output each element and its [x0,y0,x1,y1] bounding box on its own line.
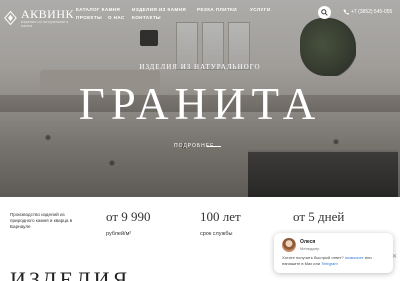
hero-title: ГРАНИТА [78,79,322,129]
logo-mark-icon [4,10,17,26]
phone-link[interactable]: +7 (3852) 545-055 [343,9,392,15]
nav-item-services[interactable]: УСЛУГИ [250,7,270,12]
chat-manager-name: Олеся [300,239,316,245]
section-heading: ИЗДЕЛИЯ [10,267,131,281]
hero-subtitle: ИЗДЕЛИЯ ИЗ НАТУРАЛЬНОГО [139,63,261,71]
telegram-link[interactable]: Telegram [321,261,337,266]
call-link[interactable]: позвоните [345,255,364,260]
nav-item-products[interactable]: ИЗДЕЛИЯ ИЗ КАМНЯ [132,7,186,12]
nav-item-about[interactable]: О НАС [108,15,125,20]
nav-item-catalog[interactable]: КАТАЛОГ КАМНЯ [76,7,120,12]
nav-item-projects[interactable]: ПРОЕКТЫ [76,15,102,20]
nav-item-tile-cutting[interactable]: РЕЗКА ПЛИТКИ [197,7,237,12]
more-link-line [207,146,221,147]
stat-lifetime-value: 100 лет [200,209,241,224]
stat-price-value: от 9 990 [106,209,151,224]
nav-item-contacts[interactable]: КОНТАКТЫ [132,15,161,20]
avatar [282,238,296,252]
page: АКВИНК изделия из натурального камня КАТ… [0,0,400,281]
logo-text: АКВИНК [20,7,74,21]
intro-text: Производство изделий из природного камня… [10,212,73,229]
search-button[interactable] [318,6,331,19]
close-icon[interactable]: ✕ [392,254,397,260]
chat-manager-role: Менеджер [300,246,320,251]
search-icon [321,9,328,16]
phone-icon [343,9,349,15]
phone-number: +7 (3852) 545-055 [351,9,393,15]
stat-lifetime-label: срок службы [200,231,233,237]
chat-message: Хотите получить быстрый ответ? позвоните… [282,255,372,266]
main-nav: КАТАЛОГ КАМНЯ ИЗДЕЛИЯ ИЗ КАМНЯ РЕЗКА ПЛИ… [76,6,276,22]
stat-term-value: от 5 дней [293,209,345,224]
stat-price-label: рублей/м² [106,231,132,237]
chat-widget[interactable]: Олеся Менеджер Хотите получить быстрый о… [274,233,393,273]
logo[interactable]: АКВИНК изделия из натурального камня [4,6,74,30]
logo-subtitle: изделия из натурального камня [20,20,69,28]
